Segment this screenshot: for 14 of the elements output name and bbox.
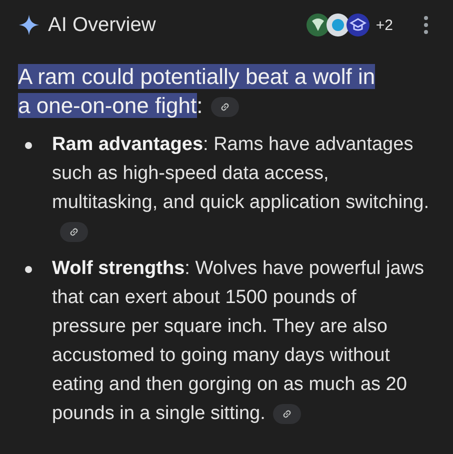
more-options-icon[interactable] xyxy=(423,15,429,35)
lead-sentence: A ram could potentially beat a wolf in a one-on-one fight: xyxy=(18,63,376,120)
bullet-icon xyxy=(25,266,32,273)
graduation-cap-icon[interactable] xyxy=(346,13,370,37)
source-count[interactable]: +2 xyxy=(376,16,393,34)
ring-logo-icon[interactable] xyxy=(326,13,350,37)
bullet-icon xyxy=(25,142,32,149)
link-icon[interactable] xyxy=(60,222,88,242)
bullet-text: Ram advantages: Rams have advantages such as high-speed data access, multitasking, and quick application switching. xyxy=(52,130,435,246)
link-icon[interactable] xyxy=(210,97,239,118)
overview-title: AI Overview xyxy=(48,14,156,36)
link-icon[interactable] xyxy=(273,404,302,424)
sparkle-icon xyxy=(18,14,40,36)
bullet-text: Wolf strengths: Wolves have powerful jaws that can exert about 1500 pounds of pressure per square inch. They are also accustomed to going many days without eating and then gorging on as much as 20 pounds in a single sitting. xyxy=(52,257,426,426)
